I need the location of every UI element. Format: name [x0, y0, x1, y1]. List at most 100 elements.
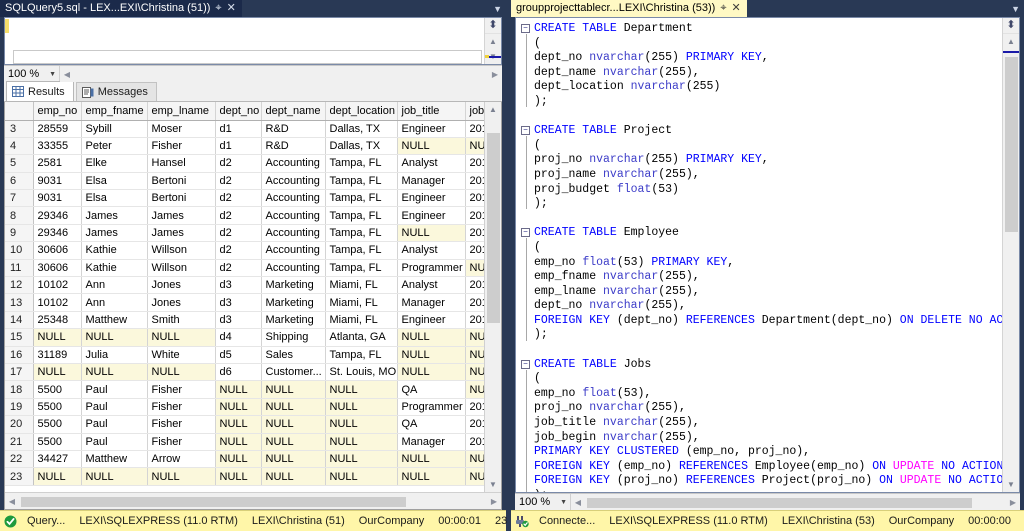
code-line[interactable]: proj_no nvarchar(255) PRIMARY KEY,: [534, 153, 1002, 168]
table-row[interactable]: 9 29346 James James d2 Accounting Tampa, FL NUL…: [5, 224, 484, 243]
grid-cell[interactable]: Elke: [81, 154, 148, 173]
code-line[interactable]: dept_no nvarchar(255) PRIMARY KEY,: [534, 51, 1002, 66]
code-line[interactable]: (: [534, 139, 1002, 154]
grid-cell[interactable]: NULL: [261, 433, 326, 451]
grid-column-header[interactable]: [5, 102, 34, 121]
scroll-left-arrow-icon[interactable]: ◀: [60, 70, 74, 79]
grid-row-number[interactable]: 19: [5, 398, 34, 417]
grid-cell[interactable]: Shipping: [261, 328, 326, 347]
grid-column-header[interactable]: job_b: [465, 102, 484, 121]
grid-column-header[interactable]: job_title: [397, 102, 466, 121]
grid-cell[interactable]: Sybill: [81, 120, 148, 138]
grid-cell[interactable]: 2581: [33, 154, 82, 173]
grid-cell[interactable]: NULL: [33, 363, 82, 382]
grid-cell[interactable]: NULL: [325, 467, 398, 486]
code-line[interactable]: dept_name nvarchar(255),: [534, 66, 1002, 81]
collapse-region-icon[interactable]: −: [521, 359, 530, 369]
grid-cell[interactable]: Tampa, FL: [325, 154, 398, 173]
grid-cell[interactable]: NULL: [147, 328, 216, 347]
grid-cell[interactable]: 2015: [465, 206, 484, 225]
grid-cell[interactable]: 5500: [33, 433, 82, 451]
grid-cell[interactable]: Miami, FL: [325, 293, 398, 312]
grid-cell[interactable]: d1: [215, 120, 262, 138]
grid-cell[interactable]: QA: [397, 415, 466, 434]
sql-code-area[interactable]: CREATE TABLE Department(dept_no nvarchar…: [532, 18, 1002, 492]
grid-cell[interactable]: Fisher: [147, 398, 216, 417]
grid-cell[interactable]: Tampa, FL: [325, 172, 398, 191]
grid-cell[interactable]: James: [147, 206, 216, 225]
code-line[interactable]: (: [534, 241, 1002, 256]
code-line[interactable]: (: [534, 372, 1002, 387]
grid-cell[interactable]: Tampa, FL: [325, 224, 398, 243]
code-line[interactable]: FOREIGN KEY (emp_no) REFERENCES Employee…: [534, 460, 1002, 475]
grid-cell[interactable]: NULL: [81, 328, 148, 347]
grid-cell[interactable]: d2: [215, 154, 262, 173]
code-line[interactable]: job_begin nvarchar(255),: [534, 431, 1002, 446]
grid-cell[interactable]: d4: [215, 328, 262, 347]
grid-row-number[interactable]: 10: [5, 241, 34, 260]
grid-cell[interactable]: R&D: [261, 120, 326, 138]
grid-cell[interactable]: NUL: [465, 259, 484, 278]
grid-cell[interactable]: Paul: [81, 380, 148, 399]
grid-cell[interactable]: Marketing: [261, 311, 326, 330]
grid-cell[interactable]: Programmer: [397, 398, 466, 417]
grid-cell[interactable]: 2014: [465, 276, 484, 295]
scroll-track[interactable]: [1002, 49, 1019, 477]
grid-cell[interactable]: d2: [215, 172, 262, 191]
grid-cell[interactable]: NULL: [81, 363, 148, 382]
table-row[interactable]: 14 25348 Matthew Smith d3 Marketing Miami, FL E…: [5, 311, 484, 330]
grid-cell[interactable]: NULL: [147, 467, 216, 486]
pin-icon[interactable]: ⌖: [215, 3, 221, 14]
grid-cell[interactable]: Elsa: [81, 189, 148, 208]
code-line[interactable]: [534, 343, 1002, 358]
grid-cell[interactable]: James: [147, 224, 216, 243]
table-row[interactable]: 2234427MatthewArrowNULLNULLNULLNULLNUL: [5, 450, 484, 469]
table-row[interactable]: 12 10102 Ann Jones d3 Marketing Miami, FL Analy…: [5, 276, 484, 295]
pin-icon[interactable]: ⌖: [720, 3, 726, 14]
grid-cell[interactable]: Smith: [147, 311, 216, 330]
code-line[interactable]: CREATE TABLE Employee: [534, 226, 1002, 241]
table-row[interactable]: 185500PaulFisherNULLNULLNULLQANUL: [5, 380, 484, 399]
grid-column-header[interactable]: emp_lname: [147, 102, 216, 121]
grid-cell[interactable]: Dallas, TX: [325, 120, 398, 138]
code-line[interactable]: emp_no float(53) PRIMARY KEY,: [534, 256, 1002, 271]
grid-cell[interactable]: Peter: [81, 137, 148, 156]
grid-cell[interactable]: Analyst: [397, 241, 466, 260]
grid-cell[interactable]: 5500: [33, 380, 82, 399]
scroll-down-arrow-icon[interactable]: ▼: [485, 477, 502, 492]
grid-cell[interactable]: NULL: [325, 380, 398, 399]
left-horizontal-scrollbar[interactable]: ◀ ▶: [60, 66, 502, 82]
grid-cell[interactable]: Miami, FL: [325, 311, 398, 330]
grid-cell[interactable]: Kathie: [81, 259, 148, 278]
grid-cell[interactable]: Moser: [147, 120, 216, 138]
table-row[interactable]: 8 29346 James James d2 Accounting Tampa, FL Eng…: [5, 206, 484, 225]
grid-cell[interactable]: NULL: [215, 415, 262, 434]
grid-cell[interactable]: Tampa, FL: [325, 259, 398, 278]
grid-cell[interactable]: NULL: [261, 380, 326, 399]
grid-cell[interactable]: 29346: [33, 224, 82, 243]
grid-cell[interactable]: Arrow: [147, 450, 216, 469]
grid-row-number[interactable]: 20: [5, 415, 34, 434]
grid-cell[interactable]: d3: [215, 293, 262, 312]
tab-results[interactable]: Results: [6, 81, 74, 101]
grid-cell[interactable]: NULL: [325, 415, 398, 434]
grid-cell[interactable]: Julia: [81, 346, 148, 364]
grid-cell[interactable]: 30606: [33, 259, 82, 278]
grid-cell[interactable]: 31189: [33, 346, 82, 364]
code-line[interactable]: );: [534, 95, 1002, 110]
grid-cell[interactable]: Ann: [81, 276, 148, 295]
grid-cell[interactable]: NULL: [397, 450, 466, 469]
grid-row-number[interactable]: 16: [5, 346, 34, 364]
grid-cell[interactable]: Accounting: [261, 206, 326, 225]
grid-row-number[interactable]: 5: [5, 154, 34, 173]
chevron-down-icon[interactable]: ▼: [493, 0, 502, 17]
code-line[interactable]: FOREIGN KEY (proj_no) REFERENCES Project…: [534, 474, 1002, 489]
grid-column-header[interactable]: emp_fname: [81, 102, 148, 121]
grid-cell[interactable]: Matthew: [81, 450, 148, 469]
grid-cell[interactable]: Analyst: [397, 154, 466, 173]
grid-cell[interactable]: James: [81, 224, 148, 243]
table-row[interactable]: 13 10102 Ann Jones d3 Marketing Miami, FL Manag…: [5, 293, 484, 312]
grid-cell[interactable]: NULL: [261, 415, 326, 434]
grid-cell[interactable]: 25348: [33, 311, 82, 330]
results-grid-viewport[interactable]: emp_no emp_fname emp_lname dept_no dept_name…: [5, 102, 484, 492]
